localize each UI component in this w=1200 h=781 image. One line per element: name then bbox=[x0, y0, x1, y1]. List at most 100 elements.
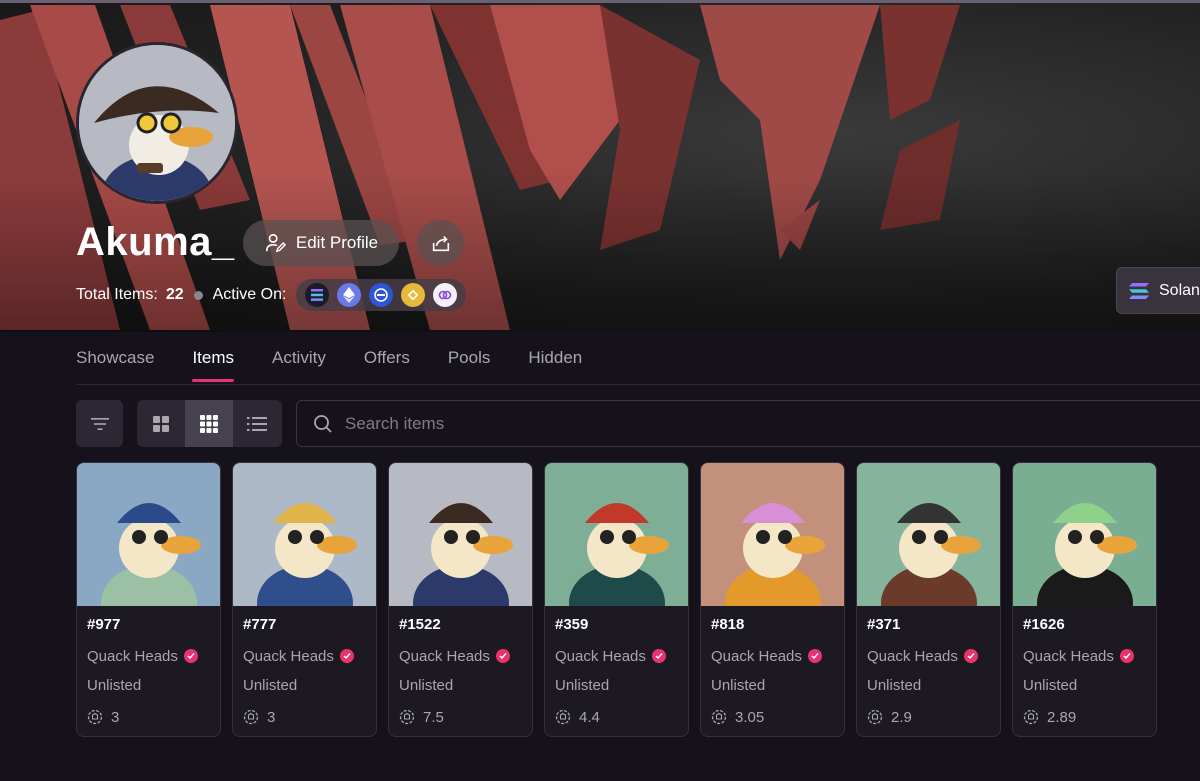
profile-avatar[interactable] bbox=[76, 42, 238, 204]
rarity-icon bbox=[711, 709, 727, 725]
collection-name: Quack Heads bbox=[87, 647, 178, 665]
item-image bbox=[233, 463, 376, 606]
item-price: 3 bbox=[243, 707, 366, 727]
tab-pools[interactable]: Pools bbox=[448, 346, 491, 382]
price-value: 2.89 bbox=[1047, 708, 1077, 726]
polygon-icon[interactable] bbox=[433, 283, 458, 307]
item-collection[interactable]: Quack Heads bbox=[711, 646, 834, 666]
tab-showcase[interactable]: Showcase bbox=[76, 346, 154, 382]
item-title: #1522 bbox=[399, 616, 441, 633]
item-collection[interactable]: Quack Heads bbox=[867, 646, 990, 666]
collection-name: Quack Heads bbox=[1023, 647, 1114, 665]
item-card[interactable]: #818 Quack Heads Unlisted 3.05 bbox=[700, 462, 845, 737]
profile-page: Akuma_ Edit Profile Total Items: 22 Acti… bbox=[0, 0, 1200, 781]
tab-items[interactable]: Items bbox=[192, 346, 234, 382]
item-image bbox=[77, 463, 220, 606]
item-collection[interactable]: Quack Heads bbox=[87, 646, 210, 666]
view-mode-toggle bbox=[137, 400, 282, 447]
item-price: 4.4 bbox=[555, 707, 678, 727]
profile-tabs: Showcase Items Activity Offers Pools Hid… bbox=[76, 346, 620, 382]
profile-username: Akuma_ bbox=[76, 220, 235, 264]
large-grid-view-button[interactable] bbox=[137, 400, 185, 447]
search-bar bbox=[296, 400, 1200, 447]
tab-hidden[interactable]: Hidden bbox=[528, 346, 582, 382]
item-card[interactable]: #977 Quack Heads Unlisted 3 bbox=[76, 462, 221, 737]
verified-icon bbox=[807, 649, 822, 663]
item-collection[interactable]: Quack Heads bbox=[399, 646, 522, 666]
share-button[interactable] bbox=[417, 220, 464, 266]
chain-icon[interactable] bbox=[369, 283, 394, 307]
verified-icon bbox=[651, 649, 666, 663]
ethereum-icon[interactable] bbox=[337, 283, 362, 307]
item-card[interactable]: #1522 Quack Heads Unlisted 7.5 bbox=[388, 462, 533, 737]
search-input[interactable] bbox=[345, 413, 845, 434]
price-value: 3 bbox=[111, 708, 120, 726]
share-icon bbox=[432, 235, 449, 252]
solana-icon[interactable] bbox=[305, 283, 330, 307]
profile-stats: Total Items: 22 Active On: bbox=[76, 279, 467, 311]
solana-icon bbox=[1129, 282, 1149, 299]
verified-icon bbox=[1119, 649, 1134, 663]
network-label: Solana bbox=[1159, 281, 1200, 299]
total-items-label: Total Items: bbox=[76, 286, 158, 303]
bnb-icon[interactable] bbox=[401, 283, 426, 307]
item-card[interactable]: #1626 Quack Heads Unlisted 2.89 bbox=[1012, 462, 1157, 737]
rarity-icon bbox=[243, 709, 259, 725]
item-status: Unlisted bbox=[711, 677, 766, 694]
small-grid-view-button[interactable] bbox=[185, 400, 233, 447]
item-title: #359 bbox=[555, 616, 589, 633]
item-price: 2.9 bbox=[867, 707, 990, 727]
item-card[interactable]: #777 Quack Heads Unlisted 3 bbox=[232, 462, 377, 737]
collection-name: Quack Heads bbox=[399, 647, 490, 665]
duck-nft-image bbox=[701, 463, 844, 606]
price-value: 3.05 bbox=[735, 708, 765, 726]
item-status: Unlisted bbox=[87, 677, 142, 694]
item-status: Unlisted bbox=[867, 677, 922, 694]
collection-name: Quack Heads bbox=[243, 647, 334, 665]
price-value: 7.5 bbox=[423, 708, 444, 726]
duck-avatar-image bbox=[79, 45, 235, 201]
item-card[interactable]: #359 Quack Heads Unlisted 4.4 bbox=[544, 462, 689, 737]
verified-icon bbox=[495, 649, 510, 663]
list-icon bbox=[247, 416, 267, 431]
item-price: 3 bbox=[87, 707, 210, 727]
collection-name: Quack Heads bbox=[555, 647, 646, 665]
item-status: Unlisted bbox=[243, 677, 298, 694]
item-card[interactable]: #371 Quack Heads Unlisted 2.9 bbox=[856, 462, 1001, 737]
item-status: Unlisted bbox=[1023, 677, 1078, 694]
duck-nft-image bbox=[545, 463, 688, 606]
rarity-icon bbox=[555, 709, 571, 725]
rarity-icon bbox=[867, 709, 883, 725]
item-collection[interactable]: Quack Heads bbox=[555, 646, 678, 666]
separator-dot bbox=[193, 290, 203, 300]
item-image bbox=[545, 463, 688, 606]
edit-profile-label: Edit Profile bbox=[295, 233, 379, 252]
price-value: 3 bbox=[267, 708, 276, 726]
item-collection[interactable]: Quack Heads bbox=[1023, 646, 1146, 666]
item-image bbox=[701, 463, 844, 606]
item-title: #1626 bbox=[1023, 616, 1065, 633]
item-status: Unlisted bbox=[555, 677, 610, 694]
items-grid: #977 Quack Heads Unlisted 3 #777 Quack H… bbox=[76, 462, 1157, 737]
rarity-icon bbox=[87, 709, 103, 725]
item-price: 2.89 bbox=[1023, 707, 1146, 727]
item-title: #371 bbox=[867, 616, 901, 633]
total-items-count: 22 bbox=[165, 286, 184, 303]
filter-button[interactable] bbox=[76, 400, 123, 447]
list-view-button[interactable] bbox=[233, 400, 281, 447]
item-status: Unlisted bbox=[399, 677, 454, 694]
item-image bbox=[1013, 463, 1156, 606]
tab-offers[interactable]: Offers bbox=[364, 346, 410, 382]
price-value: 2.9 bbox=[891, 708, 912, 726]
duck-nft-image bbox=[77, 463, 220, 606]
chain-list bbox=[296, 279, 467, 311]
network-selector[interactable]: Solana bbox=[1116, 267, 1200, 314]
verified-icon bbox=[963, 649, 978, 663]
item-price: 3.05 bbox=[711, 707, 834, 727]
item-title: #977 bbox=[87, 616, 121, 633]
tab-activity[interactable]: Activity bbox=[272, 346, 326, 382]
item-collection[interactable]: Quack Heads bbox=[243, 646, 366, 666]
search-icon bbox=[314, 414, 332, 433]
edit-profile-button[interactable]: Edit Profile bbox=[243, 220, 399, 266]
large-grid-icon bbox=[153, 415, 169, 432]
